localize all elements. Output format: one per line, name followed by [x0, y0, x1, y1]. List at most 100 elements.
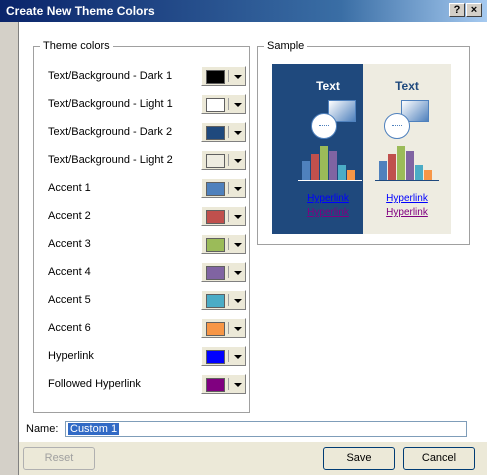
name-input[interactable]: Custom 1: [65, 421, 467, 437]
picker-separator: [228, 182, 229, 194]
theme-color-row: Text/Background - Dark 1: [48, 66, 246, 88]
theme-color-row: Accent 5: [48, 290, 246, 312]
theme-color-label: Text/Background - Light 1: [48, 98, 173, 110]
picker-separator: [228, 378, 229, 390]
theme-color-row: Accent 4: [48, 262, 246, 284]
sample-bar: [329, 151, 337, 180]
color-swatch: [206, 294, 225, 308]
color-swatch: [206, 238, 225, 252]
sample-bar: [302, 161, 310, 180]
picker-separator: [228, 98, 229, 110]
theme-color-label: Accent 1: [48, 182, 91, 194]
sample-bar: [388, 154, 396, 180]
sample-light-circle: [384, 113, 410, 139]
cancel-button[interactable]: Cancel: [403, 447, 475, 470]
theme-color-label: Text/Background - Light 2: [48, 154, 173, 166]
picker-separator: [228, 322, 229, 334]
theme-color-row: Hyperlink: [48, 346, 246, 368]
sample-light-panel: Text Hyperlink Hyperlink: [363, 64, 451, 234]
theme-color-label: Accent 6: [48, 322, 91, 334]
sample-dark-circle: [311, 113, 337, 139]
color-swatch: [206, 266, 225, 280]
theme-color-label: Accent 2: [48, 210, 91, 222]
dropdown-arrow-icon: [234, 159, 242, 163]
theme-color-label: Hyperlink: [48, 350, 94, 362]
color-picker-button[interactable]: [201, 122, 246, 142]
help-button[interactable]: ?: [449, 3, 465, 17]
sample-bar: [406, 151, 414, 180]
name-label: Name:: [26, 423, 59, 435]
sample-dark-chart: [302, 146, 358, 180]
theme-color-row: Accent 3: [48, 234, 246, 256]
dropdown-arrow-icon: [234, 383, 242, 387]
color-swatch: [206, 154, 225, 168]
color-picker-button[interactable]: [201, 318, 246, 338]
picker-separator: [228, 154, 229, 166]
dropdown-arrow-icon: [234, 243, 242, 247]
dropdown-arrow-icon: [234, 271, 242, 275]
theme-color-row: Accent 1: [48, 178, 246, 200]
color-picker-button[interactable]: [201, 346, 246, 366]
theme-color-row: Text/Background - Light 2: [48, 150, 246, 172]
color-picker-button[interactable]: [201, 66, 246, 86]
sample-bar: [320, 146, 328, 180]
sample-light-hyperlink: Hyperlink: [386, 193, 428, 204]
theme-colors-label: Theme colors: [40, 40, 113, 52]
theme-color-label: Text/Background - Dark 2: [48, 126, 173, 138]
sample-light-text: Text: [395, 79, 419, 93]
dropdown-arrow-icon: [234, 131, 242, 135]
theme-color-label: Accent 4: [48, 266, 91, 278]
color-swatch: [206, 126, 225, 140]
color-picker-button[interactable]: [201, 150, 246, 170]
picker-separator: [228, 294, 229, 306]
dropdown-arrow-icon: [234, 187, 242, 191]
color-swatch: [206, 350, 225, 364]
sample-bar: [347, 170, 355, 180]
sample-bar: [397, 146, 405, 180]
dropdown-arrow-icon: [234, 75, 242, 79]
theme-color-row: Text/Background - Dark 2: [48, 122, 246, 144]
title-bar: Create New Theme Colors ? ×: [0, 0, 487, 22]
dropdown-arrow-icon: [234, 299, 242, 303]
picker-separator: [228, 126, 229, 138]
sample-group: Sample Text Hyperlink Hyperlink Text Hyp…: [257, 40, 470, 245]
color-swatch: [206, 98, 225, 112]
name-input-value: Custom 1: [68, 423, 120, 435]
dropdown-arrow-icon: [234, 355, 242, 359]
dropdown-arrow-icon: [234, 215, 242, 219]
theme-colors-group: Theme colors Text/Background - Dark 1 Tex…: [33, 40, 250, 413]
theme-color-label: Accent 3: [48, 238, 91, 250]
color-picker-button[interactable]: [201, 178, 246, 198]
color-picker-button[interactable]: [201, 234, 246, 254]
picker-separator: [228, 238, 229, 250]
picker-separator: [228, 350, 229, 362]
color-picker-button[interactable]: [201, 290, 246, 310]
sample-bar: [311, 154, 319, 180]
sample-bar: [424, 170, 432, 180]
close-button[interactable]: ×: [466, 3, 482, 17]
theme-color-label: Followed Hyperlink: [48, 378, 141, 390]
sample-bar: [379, 161, 387, 180]
sample-bar: [338, 165, 346, 180]
picker-separator: [228, 210, 229, 222]
theme-color-label: Accent 5: [48, 294, 91, 306]
theme-color-row: Followed Hyperlink: [48, 374, 246, 396]
reset-button[interactable]: Reset: [23, 447, 95, 470]
dropdown-arrow-icon: [234, 327, 242, 331]
theme-color-label: Text/Background - Dark 1: [48, 70, 173, 82]
sample-light-baseline: [375, 180, 439, 181]
color-picker-button[interactable]: [201, 206, 246, 226]
save-button[interactable]: Save: [323, 447, 395, 470]
theme-color-row: Text/Background - Light 1: [48, 94, 246, 116]
color-picker-button[interactable]: [201, 374, 246, 394]
picker-separator: [228, 266, 229, 278]
color-picker-button[interactable]: [201, 94, 246, 114]
sample-label: Sample: [264, 40, 308, 52]
dropdown-arrow-icon: [234, 103, 242, 107]
window-title: Create New Theme Colors: [6, 4, 155, 18]
theme-color-row: Accent 6: [48, 318, 246, 340]
sample-bar: [415, 165, 423, 180]
color-picker-button[interactable]: [201, 262, 246, 282]
sample-dark-baseline: [298, 180, 362, 181]
color-swatch: [206, 378, 225, 392]
